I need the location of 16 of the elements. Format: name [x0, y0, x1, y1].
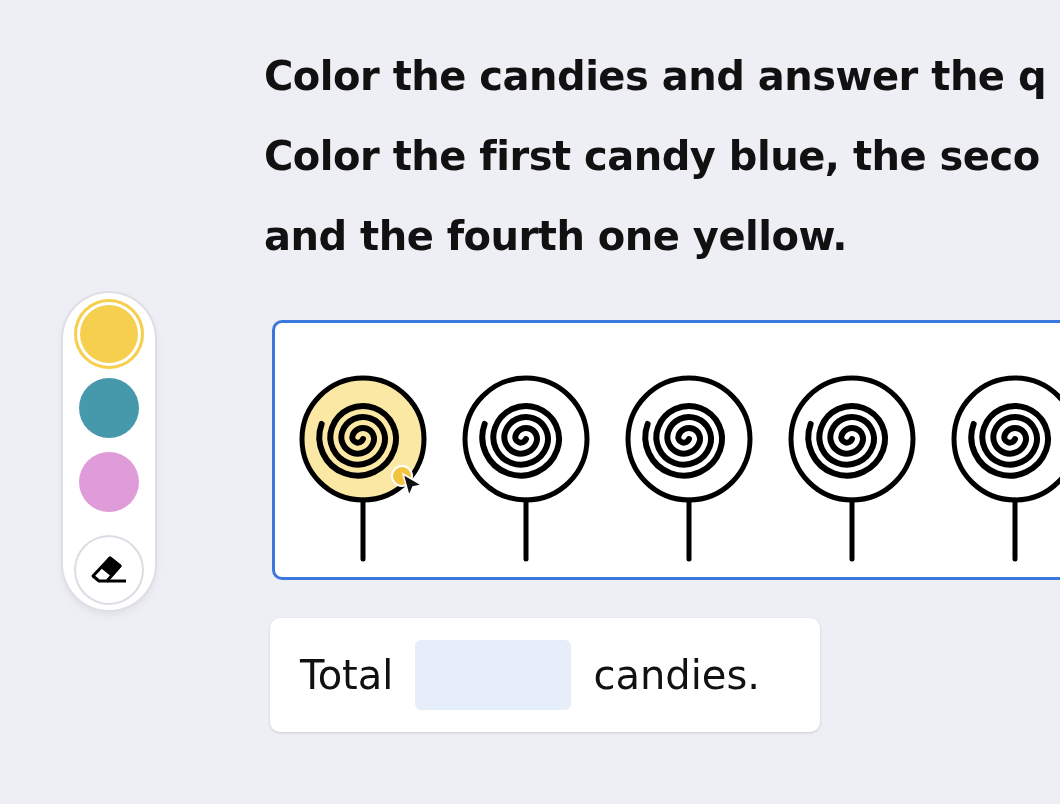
eraser-icon: [90, 555, 128, 585]
answer-field[interactable]: [415, 640, 572, 710]
color-swatch[interactable]: [74, 299, 144, 369]
lollipop-drawing[interactable]: [951, 375, 1060, 562]
answer-label: candies.: [593, 652, 760, 698]
answer-label: Total: [300, 652, 394, 698]
color-swatch[interactable]: [79, 378, 139, 438]
lollipop-drawing[interactable]: [299, 375, 427, 562]
color-swatch[interactable]: [79, 452, 139, 512]
lollipop-drawing[interactable]: [788, 375, 916, 562]
instruction-line: Color the first candy blue, the seco: [264, 132, 1041, 181]
lollipop-drawing[interactable]: [462, 375, 590, 562]
task-title: Color the candies and answer the q: [264, 52, 1048, 101]
eraser-button[interactable]: [74, 535, 144, 605]
lollipop-drawing[interactable]: [625, 375, 753, 562]
instruction-line: and the fourth one yellow.: [264, 212, 848, 261]
